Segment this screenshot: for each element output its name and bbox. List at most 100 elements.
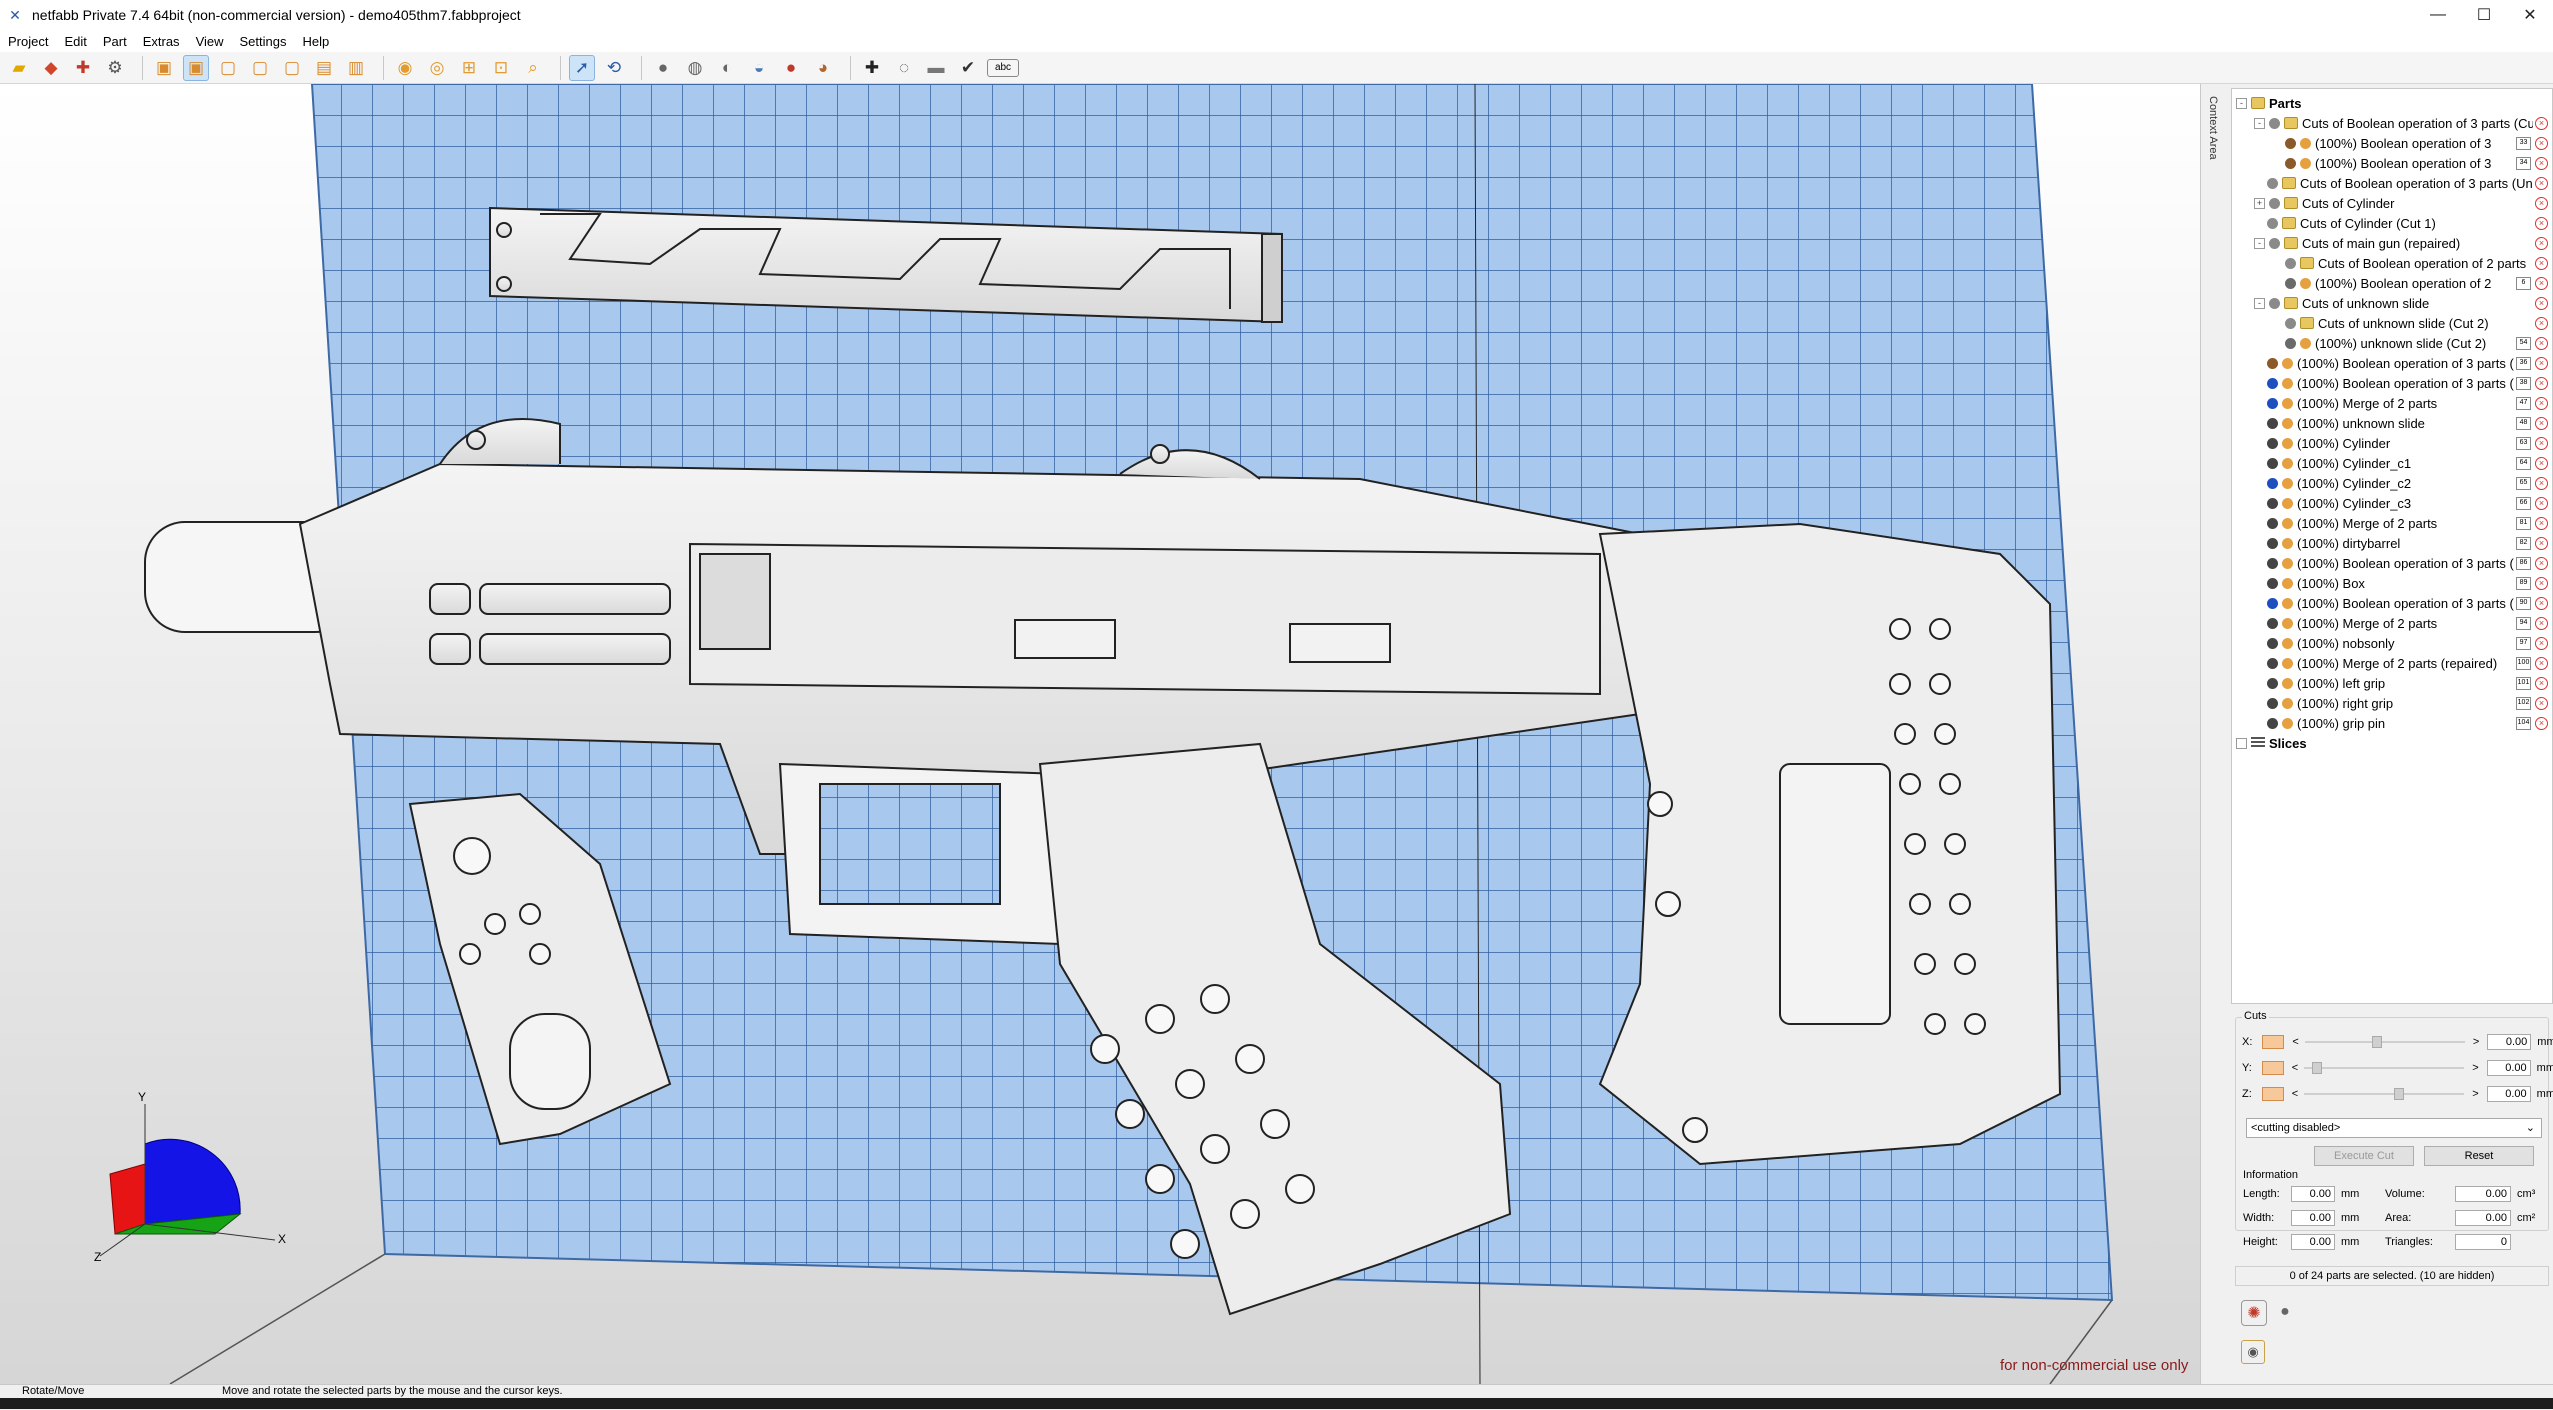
- repair-icon[interactable]: ✚: [70, 55, 96, 81]
- visibility-icon[interactable]: [2267, 177, 2278, 189]
- tree-part-item[interactable]: (100%) Boolean operation of 3: [2272, 133, 2552, 153]
- tree-part-item[interactable]: (100%) Merge of 2 parts: [2254, 613, 2552, 633]
- zoom-platform-icon[interactable]: ⊞: [456, 55, 482, 81]
- visibility-icon[interactable]: [2285, 257, 2296, 269]
- tree-part-item[interactable]: (100%) Boolean operation of 3 parts (Un: [2254, 593, 2552, 613]
- visibility-icon[interactable]: [2267, 697, 2278, 709]
- visibility-icon[interactable]: [2267, 357, 2278, 369]
- context-area-tab[interactable]: Context Area: [2200, 84, 2232, 1384]
- view-back-icon[interactable]: ▥: [343, 55, 369, 81]
- tree-folder-item[interactable]: - Cuts of main gun (repaired): [2254, 233, 2552, 253]
- tree-part-item[interactable]: (100%) nobsonly: [2254, 633, 2552, 653]
- visibility-icon[interactable]: [2267, 637, 2278, 649]
- visibility-icon[interactable]: [2267, 477, 2278, 489]
- menu-settings[interactable]: Settings: [232, 34, 295, 49]
- color-icon[interactable]: ●: [778, 55, 804, 81]
- remove-part-icon[interactable]: ×: [2535, 536, 2548, 550]
- remove-part-icon[interactable]: ×: [2535, 616, 2548, 630]
- visibility-icon[interactable]: [2267, 377, 2278, 389]
- expand-icon[interactable]: [2254, 439, 2263, 448]
- expand-icon[interactable]: [2272, 319, 2281, 328]
- view-right-icon[interactable]: ▢: [247, 55, 273, 81]
- cut-z-slider[interactable]: [2304, 1088, 2465, 1100]
- remove-part-icon[interactable]: ×: [2535, 716, 2548, 730]
- visibility-icon[interactable]: [2267, 537, 2278, 549]
- select-arrow-icon[interactable]: ➚: [569, 54, 595, 81]
- slider-left-arrow[interactable]: <: [2292, 1088, 2298, 1100]
- expand-icon[interactable]: [2254, 559, 2263, 568]
- menu-edit[interactable]: Edit: [56, 34, 94, 49]
- remove-part-icon[interactable]: ×: [2535, 296, 2548, 310]
- tree-folder-item[interactable]: + Cuts of Cylinder: [2254, 193, 2552, 213]
- zoom-selection-icon[interactable]: ◉: [392, 55, 418, 81]
- tree-part-item[interactable]: (100%) Cylinder_c1: [2254, 453, 2552, 473]
- menu-part[interactable]: Part: [95, 34, 135, 49]
- open-project-icon[interactable]: ▰: [6, 55, 32, 81]
- parts-tree[interactable]: - Parts - Cuts of Boolean operation of 3 …: [2231, 88, 2553, 1004]
- tree-part-item[interactable]: (100%) Merge of 2 parts: [2254, 393, 2552, 413]
- visibility-icon[interactable]: [2267, 677, 2278, 689]
- view-perspective-icon[interactable]: ▣: [183, 54, 209, 81]
- expand-icon[interactable]: [2254, 219, 2263, 228]
- slider-left-arrow[interactable]: <: [2292, 1062, 2298, 1074]
- collapse-icon[interactable]: -: [2254, 117, 2265, 129]
- slider-right-arrow[interactable]: >: [2472, 1088, 2478, 1100]
- minimize-button[interactable]: —: [2415, 0, 2461, 30]
- wireframe-icon[interactable]: ◍: [682, 55, 708, 81]
- shaded-view-icon[interactable]: ●: [650, 55, 676, 81]
- add-measure-icon[interactable]: ✚: [859, 55, 885, 81]
- remove-part-icon[interactable]: ×: [2535, 476, 2548, 490]
- remove-part-icon[interactable]: ×: [2535, 356, 2548, 370]
- visibility-icon[interactable]: [2267, 517, 2278, 529]
- cut-view-icon[interactable]: ◒: [746, 55, 772, 81]
- magnifier-icon[interactable]: ⌕: [520, 55, 546, 81]
- tree-folder-item[interactable]: Cuts of unknown slide (Cut 2): [2272, 313, 2552, 333]
- zoom-window-icon[interactable]: ⊡: [488, 55, 514, 81]
- remove-part-icon[interactable]: ×: [2535, 516, 2548, 530]
- tree-part-item[interactable]: (100%) Box: [2254, 573, 2552, 593]
- visibility-icon[interactable]: [2267, 397, 2278, 409]
- visibility-icon[interactable]: [2285, 337, 2296, 349]
- ruler-icon[interactable]: ▬: [923, 55, 949, 81]
- cut-y-slider[interactable]: [2304, 1062, 2465, 1074]
- tree-part-item[interactable]: (100%) Cylinder_c3: [2254, 493, 2552, 513]
- remove-part-icon[interactable]: ×: [2535, 196, 2548, 210]
- expand-icon[interactable]: [2254, 479, 2263, 488]
- expand-icon[interactable]: [2254, 539, 2263, 548]
- visibility-icon[interactable]: [2269, 197, 2280, 209]
- cut-color-swatch[interactable]: [2261, 1061, 2284, 1075]
- tree-part-item[interactable]: (100%) unknown slide (Cut 2): [2272, 333, 2552, 353]
- slider-right-arrow[interactable]: >: [2472, 1062, 2478, 1074]
- visibility-icon[interactable]: [2285, 157, 2296, 169]
- reset-button[interactable]: Reset: [2424, 1146, 2534, 1166]
- expand-icon[interactable]: [2272, 259, 2281, 268]
- 3d-viewport[interactable]: Y X Z for non-commercial use only: [0, 84, 2200, 1384]
- collapse-icon[interactable]: -: [2254, 237, 2265, 249]
- remove-part-icon[interactable]: ×: [2535, 116, 2548, 130]
- remove-part-icon[interactable]: ×: [2535, 696, 2548, 710]
- sphere-icon[interactable]: ●: [2273, 1300, 2297, 1324]
- measure-icon[interactable]: ◌: [891, 55, 917, 81]
- target-icon[interactable]: ✺: [2241, 1300, 2267, 1326]
- visibility-icon[interactable]: [2269, 117, 2280, 129]
- expand-icon[interactable]: [2254, 719, 2263, 728]
- remove-part-icon[interactable]: ×: [2535, 316, 2548, 330]
- settings-icon[interactable]: ⚙: [102, 55, 128, 81]
- tree-part-item[interactable]: (100%) Boolean operation of 3 parts (Un: [2254, 553, 2552, 573]
- expand-icon[interactable]: [2254, 699, 2263, 708]
- zoom-all-icon[interactable]: ◎: [424, 55, 450, 81]
- view-top-icon[interactable]: ▢: [279, 55, 305, 81]
- remove-part-icon[interactable]: ×: [2535, 576, 2548, 590]
- tree-root-parts[interactable]: - Parts: [2236, 93, 2552, 113]
- visibility-icon[interactable]: [2267, 717, 2278, 729]
- expand-icon[interactable]: [2254, 179, 2263, 188]
- texture-icon[interactable]: ◕: [810, 55, 836, 81]
- label-text-icon[interactable]: abc: [987, 58, 1019, 77]
- view-left-icon[interactable]: ▢: [215, 55, 241, 81]
- expand-icon[interactable]: [2254, 459, 2263, 468]
- tree-part-item[interactable]: (100%) right grip: [2254, 693, 2552, 713]
- tree-folder-item[interactable]: - Cuts of unknown slide: [2254, 293, 2552, 313]
- visibility-icon[interactable]: [2267, 557, 2278, 569]
- tree-part-item[interactable]: (100%) Boolean operation of 2: [2272, 273, 2552, 293]
- cut-x-input[interactable]: 0.00: [2487, 1034, 2532, 1050]
